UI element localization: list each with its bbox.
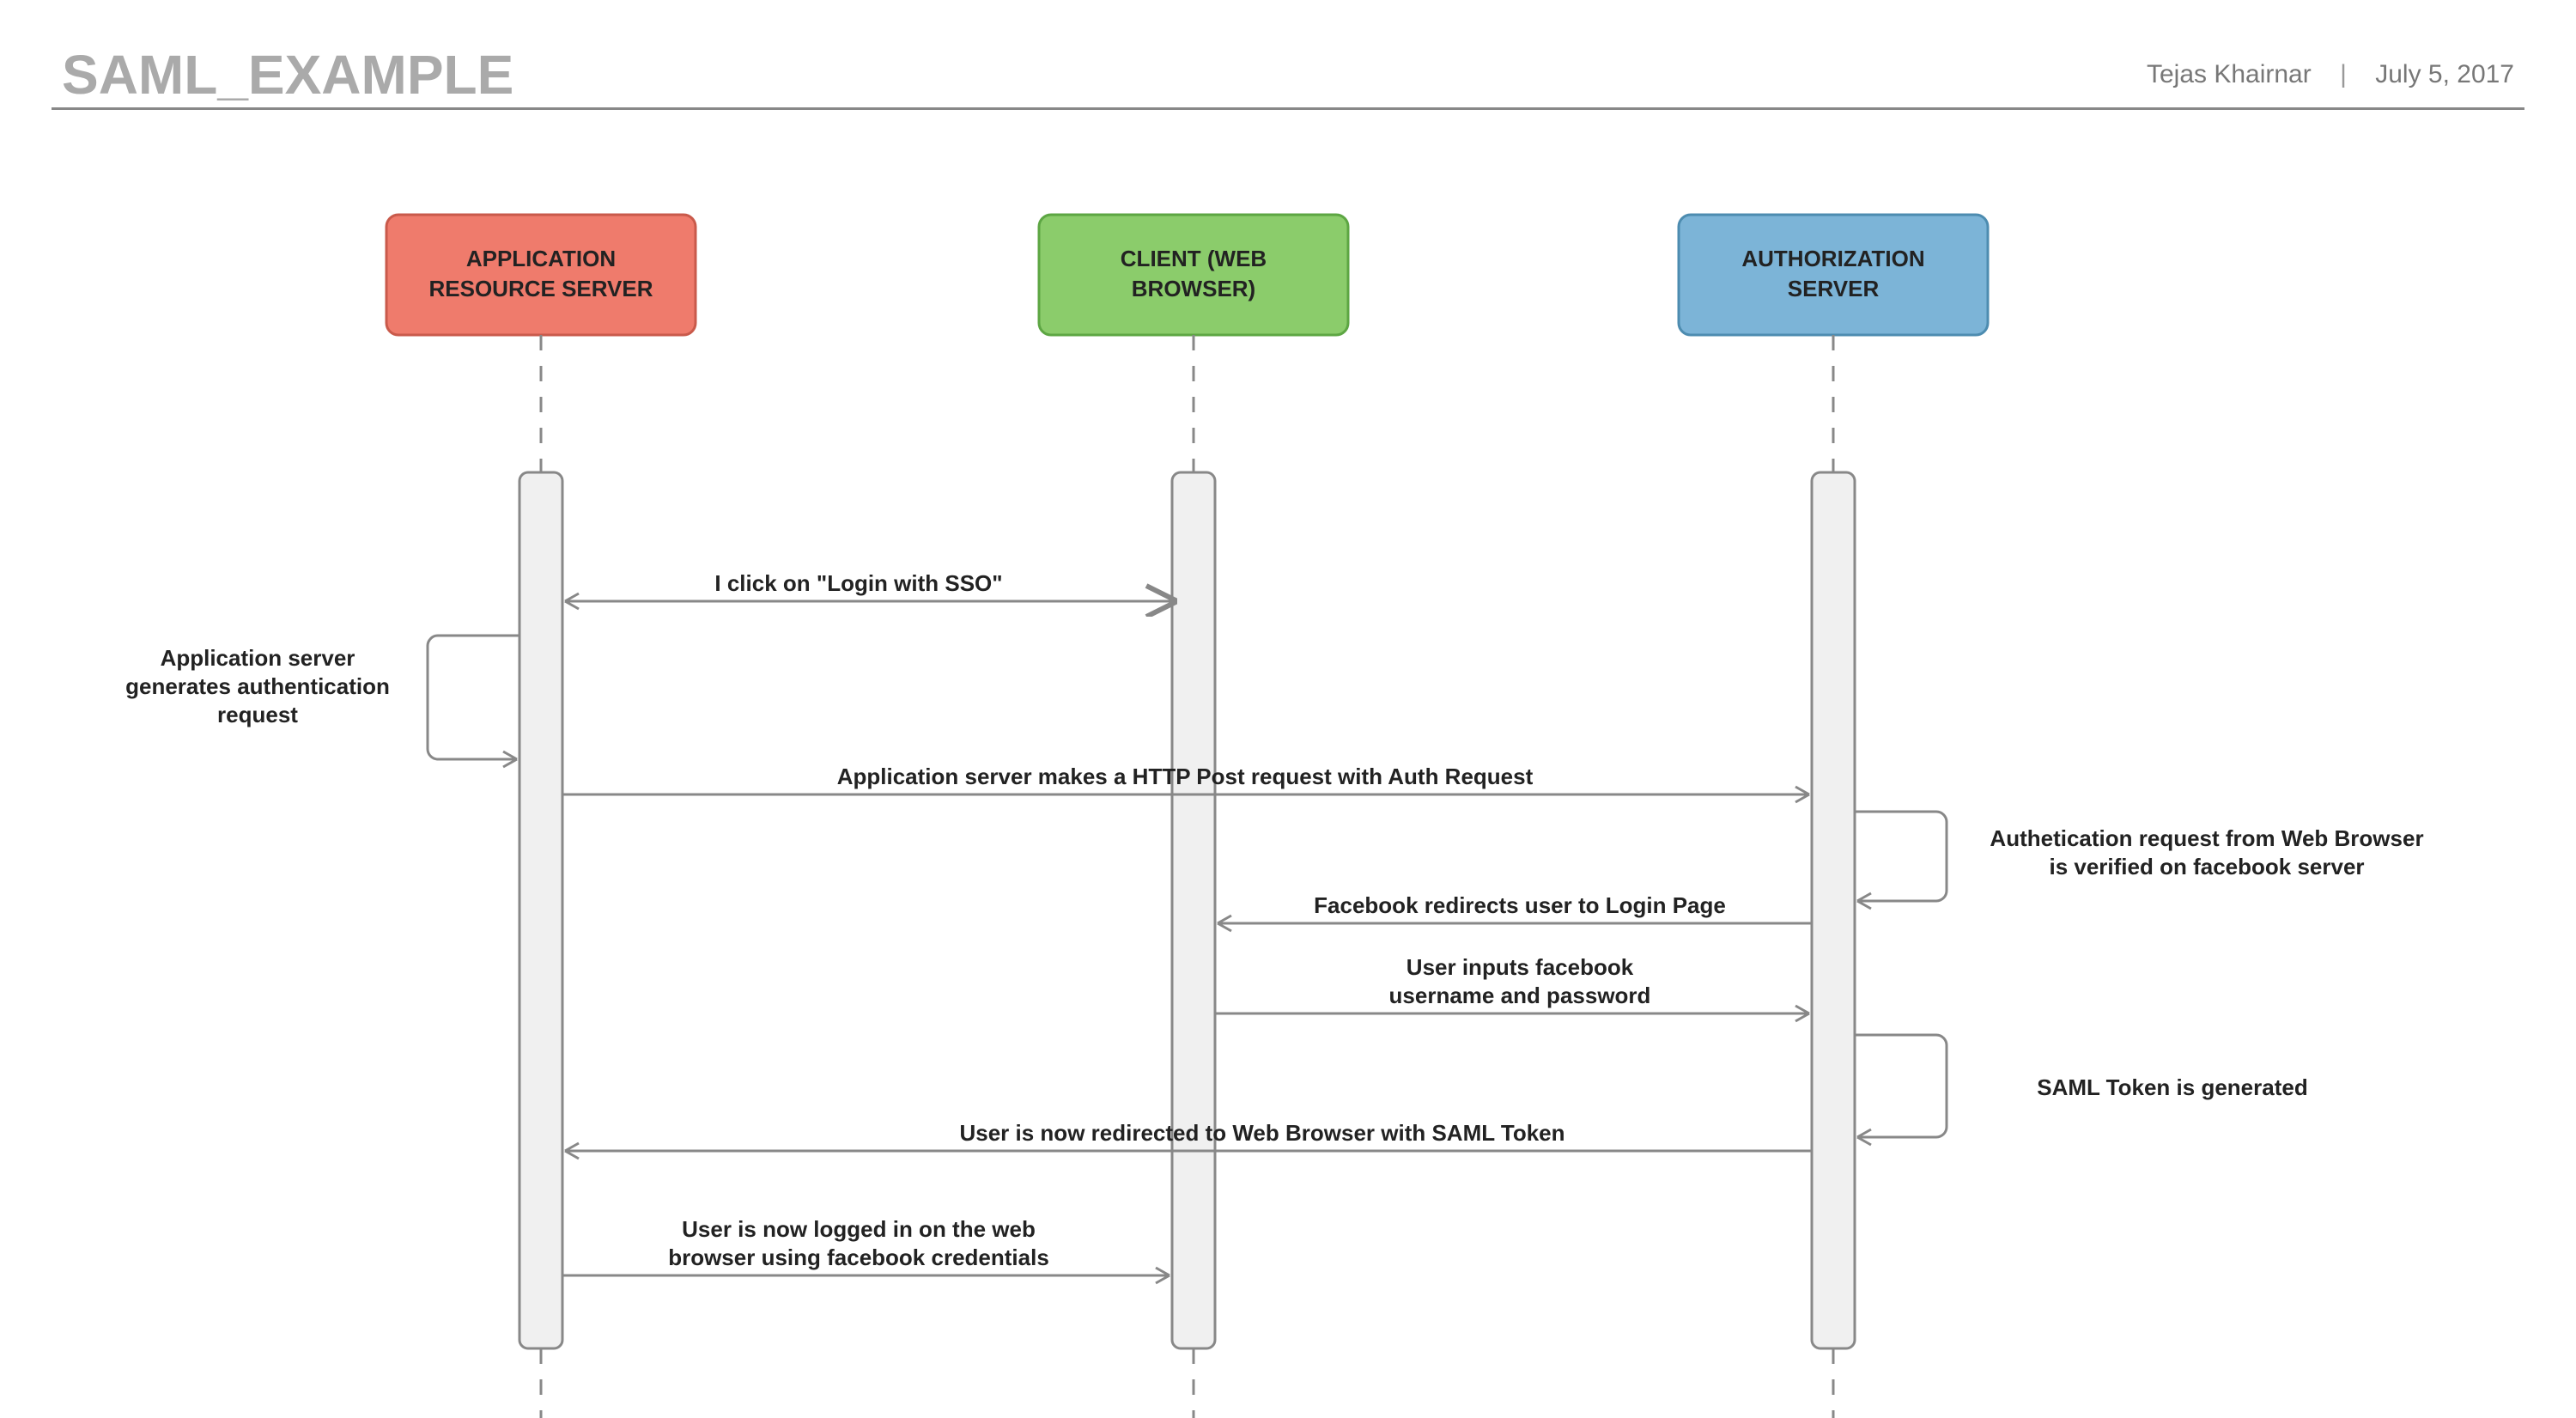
svg-text:I click on "Login with SSO": I click on "Login with SSO" bbox=[714, 570, 1002, 596]
self-message-auth-verify: Authetication request from Web Browser i… bbox=[1855, 812, 2424, 909]
message-redirect-login-page: Facebook redirects user to Login Page bbox=[1218, 892, 1812, 931]
self-message-app-generates-auth: Application server generates authenticat… bbox=[125, 636, 519, 767]
svg-text:generates authentication: generates authentication bbox=[125, 673, 390, 699]
svg-text:request: request bbox=[217, 702, 298, 727]
lane-client-browser: CLIENT (WEB BROWSER) bbox=[1039, 215, 1348, 335]
svg-text:browser using facebook credent: browser using facebook credentials bbox=[668, 1245, 1049, 1270]
svg-text:Application server makes a HTT: Application server makes a HTTP Post req… bbox=[837, 764, 1534, 789]
svg-text:RESOURCE SERVER: RESOURCE SERVER bbox=[428, 276, 653, 301]
svg-text:Authetication request from Web: Authetication request from Web Browser bbox=[1990, 825, 2423, 851]
lane-app-resource-server: APPLICATION RESOURCE SERVER bbox=[386, 215, 696, 335]
svg-text:is verified on facebook server: is verified on facebook server bbox=[2049, 854, 2364, 879]
svg-text:Application server: Application server bbox=[161, 645, 355, 671]
svg-text:CLIENT (WEB: CLIENT (WEB bbox=[1121, 246, 1267, 271]
svg-text:SAML Token is generated: SAML Token is generated bbox=[2037, 1074, 2307, 1100]
svg-text:User is now logged in on the w: User is now logged in on the web bbox=[682, 1216, 1036, 1242]
activation-app bbox=[519, 472, 562, 1348]
svg-text:AUTHORIZATION: AUTHORIZATION bbox=[1741, 246, 1924, 271]
svg-text:User is now redirected to Web: User is now redirected to Web Browser wi… bbox=[959, 1120, 1564, 1146]
message-logged-in: User is now logged in on the web browser… bbox=[562, 1216, 1170, 1283]
svg-text:username and password: username and password bbox=[1389, 983, 1651, 1008]
diagram-canvas: SAML_EXAMPLE Tejas Khairnar | July 5, 20… bbox=[0, 0, 2576, 1418]
svg-text:User inputs facebook: User inputs facebook bbox=[1406, 954, 1634, 980]
svg-text:SERVER: SERVER bbox=[1788, 276, 1880, 301]
message-user-inputs-credentials: User inputs facebook username and passwo… bbox=[1215, 954, 1809, 1021]
self-message-saml-token-generated: SAML Token is generated bbox=[1855, 1035, 2308, 1145]
svg-text:BROWSER): BROWSER) bbox=[1132, 276, 1255, 301]
activation-client bbox=[1172, 472, 1215, 1348]
message-login-sso: I click on "Login with SSO" bbox=[565, 570, 1172, 609]
activation-auth bbox=[1812, 472, 1855, 1348]
svg-text:APPLICATION: APPLICATION bbox=[466, 246, 616, 271]
sequence-diagram: APPLICATION RESOURCE SERVER CLIENT (WEB … bbox=[0, 0, 2576, 1418]
lane-authorization-server: AUTHORIZATION SERVER bbox=[1679, 215, 1988, 335]
svg-text:Facebook redirects user to Log: Facebook redirects user to Login Page bbox=[1314, 892, 1726, 918]
